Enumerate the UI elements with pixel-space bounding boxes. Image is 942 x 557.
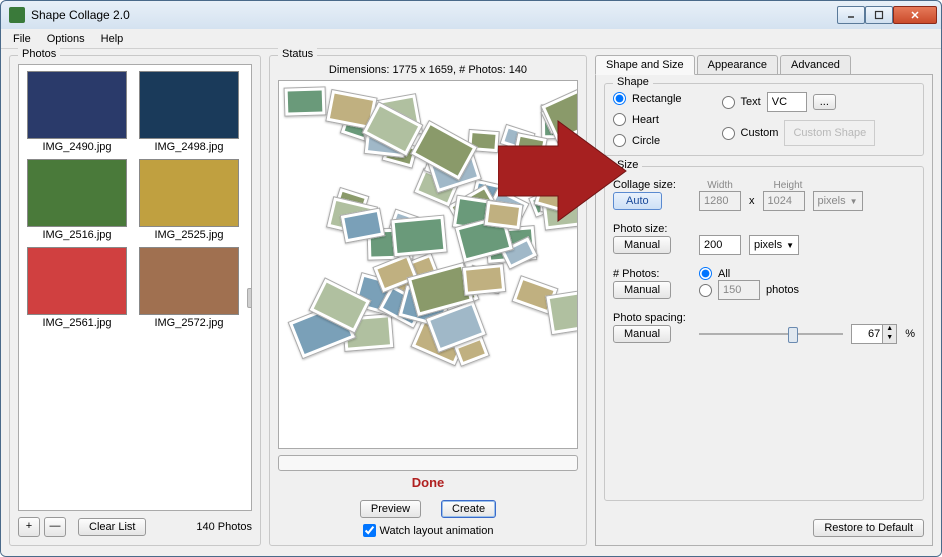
- status-panel: Status Dimensions: 1775 x 1659, # Photos…: [269, 55, 587, 546]
- titlebar[interactable]: Shape Collage 2.0: [1, 1, 941, 29]
- shape-group: Shape Rectangle Heart Circle Text: [604, 83, 924, 156]
- collage-height-input[interactable]: [763, 191, 805, 211]
- settings-panel: Shape and Size Appearance Advanced Shape…: [595, 55, 933, 546]
- watch-animation-label: Watch layout animation: [380, 525, 494, 537]
- remove-photo-button[interactable]: —: [44, 517, 66, 537]
- tab-shape-size[interactable]: Shape and Size: [595, 55, 695, 75]
- nphotos-count-radio[interactable]: [699, 284, 712, 297]
- add-photo-button[interactable]: +: [18, 517, 40, 537]
- shape-legend: Shape: [613, 76, 653, 88]
- photo-name: IMG_2490.jpg: [25, 141, 129, 153]
- photo-name: IMG_2561.jpg: [25, 317, 129, 329]
- collage-width-input[interactable]: [699, 191, 741, 211]
- photo-list[interactable]: IMG_2490.jpg IMG_2498.jpg IMG_2516.jpg IMG_…: [18, 64, 252, 511]
- watch-animation-checkbox[interactable]: [363, 524, 376, 537]
- photo-name: IMG_2572.jpg: [137, 317, 241, 329]
- spacing-pct: %: [905, 328, 915, 340]
- nphotos-manual-button[interactable]: Manual: [613, 281, 671, 299]
- app-window: Shape Collage 2.0 File Options Help Phot…: [0, 0, 942, 557]
- shape-text-browse-button[interactable]: ...: [813, 94, 836, 110]
- scrollbar-thumb[interactable]: [247, 288, 252, 308]
- photo-count: 140 Photos: [196, 521, 252, 533]
- photo-name: IMG_2498.jpg: [137, 141, 241, 153]
- photo-thumb[interactable]: IMG_2490.jpg: [25, 71, 129, 153]
- tab-appearance[interactable]: Appearance: [697, 55, 778, 75]
- app-icon: [9, 7, 25, 23]
- menubar: File Options Help: [1, 29, 941, 49]
- spacing-spinner[interactable]: ▲▼: [851, 324, 897, 344]
- spacing-manual-button[interactable]: Manual: [613, 325, 671, 343]
- photo-size-manual-button[interactable]: Manual: [613, 236, 671, 254]
- window-title: Shape Collage 2.0: [31, 8, 837, 22]
- photo-name: IMG_2525.jpg: [137, 229, 241, 241]
- nphotos-all-label: All: [718, 268, 730, 280]
- status-legend: Status: [278, 48, 317, 60]
- photo-thumb[interactable]: IMG_2516.jpg: [25, 159, 129, 241]
- nphotos-input[interactable]: [718, 280, 760, 300]
- height-header: Height: [767, 180, 809, 191]
- width-header: Width: [699, 180, 741, 191]
- content: Photos IMG_2490.jpg IMG_2498.jpg IMG_2516.…: [1, 49, 941, 556]
- shape-text-label: Text: [741, 96, 761, 108]
- shape-rectangle-label: Rectangle: [632, 93, 682, 105]
- minimize-button[interactable]: [837, 6, 865, 24]
- shape-heart-label: Heart: [632, 114, 659, 126]
- size-group: Size Collage size: Width Height Auto x p…: [604, 166, 924, 501]
- collage-x-label: x: [749, 195, 755, 207]
- dimensions-label: Dimensions: 1775 x 1659, # Photos: 140: [278, 64, 578, 76]
- photo-thumb[interactable]: IMG_2525.jpg: [137, 159, 241, 241]
- nphotos-suffix: photos: [766, 284, 799, 296]
- menu-file[interactable]: File: [5, 31, 39, 47]
- spacing-input[interactable]: [852, 325, 882, 343]
- photo-thumb[interactable]: IMG_2498.jpg: [137, 71, 241, 153]
- menu-options[interactable]: Options: [39, 31, 93, 47]
- photo-thumb[interactable]: IMG_2561.jpg: [25, 247, 129, 329]
- collage-unit-select[interactable]: pixels▼: [813, 191, 863, 211]
- tab-advanced[interactable]: Advanced: [780, 55, 851, 75]
- restore-default-button[interactable]: Restore to Default: [813, 519, 924, 537]
- spacing-label: Photo spacing:: [613, 312, 691, 324]
- nphotos-all-radio[interactable]: [699, 267, 712, 280]
- close-button[interactable]: [893, 6, 937, 24]
- create-button[interactable]: Create: [441, 500, 496, 518]
- shape-text-radio[interactable]: [722, 96, 735, 109]
- custom-shape-box[interactable]: Custom Shape: [784, 120, 875, 146]
- photo-unit-select[interactable]: pixels▼: [749, 235, 799, 255]
- photo-name: IMG_2516.jpg: [25, 229, 129, 241]
- shape-custom-radio[interactable]: [722, 127, 735, 140]
- shape-text-input[interactable]: [767, 92, 807, 112]
- photo-thumb[interactable]: IMG_2572.jpg: [137, 247, 241, 329]
- nphotos-label: # Photos:: [613, 268, 691, 280]
- preview-button[interactable]: Preview: [360, 500, 421, 518]
- status-text: Done: [278, 475, 578, 490]
- shape-circle-label: Circle: [632, 135, 660, 147]
- progress-bar: [278, 455, 578, 471]
- shape-rectangle-radio[interactable]: [613, 92, 626, 105]
- arrow-icon: [498, 116, 628, 226]
- photos-panel: Photos IMG_2490.jpgIMG_2498.jpgIMG_2516.…: [9, 55, 261, 546]
- shape-custom-label: Custom: [741, 127, 779, 139]
- clear-list-button[interactable]: Clear List: [78, 518, 146, 536]
- photo-size-input[interactable]: [699, 235, 741, 255]
- maximize-button[interactable]: [865, 6, 893, 24]
- menu-help[interactable]: Help: [93, 31, 132, 47]
- photos-legend: Photos: [18, 48, 60, 60]
- spacing-slider[interactable]: [699, 324, 843, 344]
